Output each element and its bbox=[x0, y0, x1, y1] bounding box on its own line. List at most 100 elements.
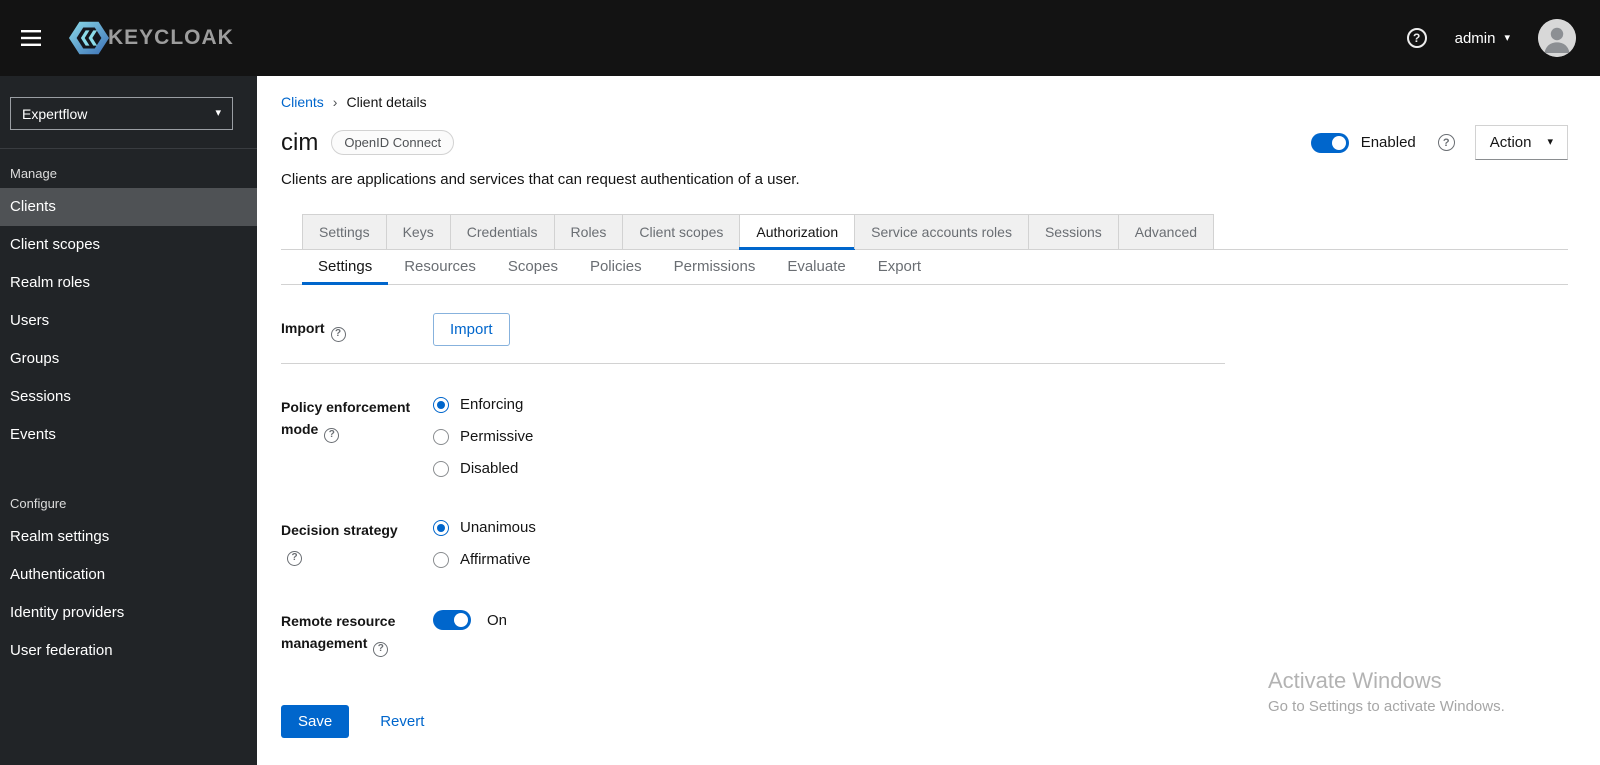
help-icon[interactable]: ? bbox=[330, 326, 346, 342]
remote-resource-management-toggle[interactable] bbox=[433, 610, 471, 630]
subtab-resources[interactable]: Resources bbox=[388, 250, 492, 284]
import-button[interactable]: Import bbox=[433, 313, 510, 346]
form-divider bbox=[281, 363, 1225, 364]
tab-keys[interactable]: Keys bbox=[385, 214, 450, 249]
tab-advanced[interactable]: Advanced bbox=[1117, 214, 1215, 249]
decision-strategy-row: Decision strategy? Unanimous Affirmative bbox=[281, 519, 1568, 583]
breadcrumb: Clients › Client details bbox=[281, 94, 1568, 110]
sidebar-item-identity-providers[interactable]: Identity providers bbox=[0, 594, 257, 632]
sidebar-item-user-federation[interactable]: User federation bbox=[0, 632, 257, 670]
tab-service-accounts-roles[interactable]: Service accounts roles bbox=[854, 214, 1028, 249]
help-icon[interactable]: ? bbox=[324, 427, 340, 443]
help-icon[interactable]: ? bbox=[1406, 28, 1427, 48]
revert-button[interactable]: Revert bbox=[380, 713, 424, 730]
decision-strategy-label: Decision strategy? bbox=[281, 519, 433, 566]
keycloak-admin-console: KEYCLOAK ? admin ▾ Expertflow ▾ Manage C… bbox=[0, 0, 1600, 765]
radio-disabled-label: Disabled bbox=[460, 460, 519, 477]
subtab-permissions[interactable]: Permissions bbox=[658, 250, 772, 284]
chevron-down-icon: ▾ bbox=[1547, 136, 1553, 148]
realm-selector-wrap: Expertflow ▾ bbox=[0, 76, 257, 149]
radio-option-enforcing[interactable]: Enforcing bbox=[433, 396, 533, 413]
policy-enforcement-mode-options: Enforcing Permissive Disabled bbox=[433, 396, 533, 492]
radio-unanimous-icon bbox=[433, 519, 449, 536]
tab-roles[interactable]: Roles bbox=[553, 214, 623, 249]
help-icon[interactable]: ? bbox=[1437, 134, 1455, 151]
radio-option-unanimous[interactable]: Unanimous bbox=[433, 519, 536, 536]
policy-enforcement-mode-label: Policy enforcement mode? bbox=[281, 396, 433, 443]
header-controls: Enabled ? Action ▾ bbox=[1310, 125, 1568, 160]
authorization-settings-form: Import? Import Policy enforcement mode? … bbox=[281, 313, 1568, 738]
subtab-policies[interactable]: Policies bbox=[574, 250, 658, 284]
avatar-icon bbox=[1538, 19, 1576, 57]
sidebar-item-realm-settings[interactable]: Realm settings bbox=[0, 518, 257, 556]
radio-permissive-icon bbox=[433, 428, 449, 445]
tab-credentials[interactable]: Credentials bbox=[449, 214, 554, 249]
enabled-toggle[interactable] bbox=[1310, 132, 1349, 153]
subtab-export[interactable]: Export bbox=[862, 250, 937, 284]
decision-strategy-options: Unanimous Affirmative bbox=[433, 519, 536, 583]
username: admin bbox=[1454, 29, 1496, 47]
remote-resource-management-field: On bbox=[433, 610, 507, 630]
chevron-down-icon: ▾ bbox=[215, 107, 221, 119]
subtab-evaluate[interactable]: Evaluate bbox=[771, 250, 861, 284]
sidebar-item-groups[interactable]: Groups bbox=[0, 340, 257, 378]
hamburger-icon bbox=[21, 30, 41, 46]
save-button[interactable]: Save bbox=[281, 704, 350, 738]
form-actions: Save Revert bbox=[281, 704, 1568, 738]
tab-client-scopes[interactable]: Client scopes bbox=[622, 214, 740, 249]
sidebar-item-client-scopes[interactable]: Client scopes bbox=[0, 226, 257, 264]
radio-affirmative-icon bbox=[433, 551, 449, 568]
sidebar: Expertflow ▾ Manage Clients Client scope… bbox=[0, 76, 257, 765]
authorization-subtabs: Settings Resources Scopes Policies Permi… bbox=[281, 250, 1568, 285]
radio-enforcing-icon bbox=[433, 396, 449, 413]
subtab-scopes[interactable]: Scopes bbox=[492, 250, 574, 284]
main-content: Clients › Client details cim OpenID Conn… bbox=[257, 76, 1600, 765]
sidebar-item-sessions[interactable]: Sessions bbox=[0, 378, 257, 416]
body-row: Expertflow ▾ Manage Clients Client scope… bbox=[0, 76, 1600, 765]
subtab-settings[interactable]: Settings bbox=[302, 250, 389, 285]
import-label: Import? bbox=[281, 317, 433, 342]
import-label-text: Import bbox=[281, 320, 325, 337]
avatar[interactable] bbox=[1538, 19, 1576, 57]
page-header: cim OpenID Connect Enabled ? Action ▾ bbox=[281, 125, 1568, 160]
sidebar-item-authentication[interactable]: Authentication bbox=[0, 556, 257, 594]
radio-enforcing-label: Enforcing bbox=[460, 396, 524, 413]
keycloak-logo[interactable]: KEYCLOAK bbox=[68, 17, 234, 59]
tab-settings[interactable]: Settings bbox=[302, 214, 386, 249]
breadcrumb-clients-link[interactable]: Clients bbox=[281, 94, 324, 110]
top-bar: KEYCLOAK ? admin ▾ bbox=[0, 0, 1600, 76]
action-dropdown-label: Action bbox=[1489, 134, 1532, 151]
client-tabs: Settings Keys Credentials Roles Client s… bbox=[281, 214, 1568, 250]
breadcrumb-separator-icon: › bbox=[332, 94, 338, 110]
tab-authorization[interactable]: Authorization bbox=[739, 214, 855, 250]
protocol-badge: OpenID Connect bbox=[331, 130, 455, 155]
radio-unanimous-label: Unanimous bbox=[460, 519, 536, 536]
realm-selector-value: Expertflow bbox=[22, 105, 88, 122]
action-dropdown-button[interactable]: Action ▾ bbox=[1474, 125, 1568, 160]
nav-section-configure: Configure bbox=[10, 496, 67, 511]
policy-enforcement-mode-row: Policy enforcement mode? Enforcing Permi… bbox=[281, 396, 1568, 492]
breadcrumb-current: Client details bbox=[346, 94, 427, 110]
remote-resource-management-label: Remote resource management? bbox=[281, 610, 433, 657]
keycloak-logo-icon bbox=[68, 21, 110, 55]
radio-option-permissive[interactable]: Permissive bbox=[433, 428, 533, 445]
sidebar-item-clients[interactable]: Clients bbox=[0, 188, 257, 226]
page-title: cim bbox=[281, 128, 319, 156]
tab-sessions[interactable]: Sessions bbox=[1027, 214, 1118, 249]
radio-option-disabled[interactable]: Disabled bbox=[433, 460, 533, 477]
help-icon[interactable]: ? bbox=[287, 550, 302, 566]
tabs-spacer bbox=[281, 214, 302, 249]
user-menu[interactable]: admin ▾ bbox=[1455, 30, 1510, 47]
radio-option-affirmative[interactable]: Affirmative bbox=[433, 551, 536, 568]
sidebar-item-realm-roles[interactable]: Realm roles bbox=[0, 264, 257, 302]
help-icon[interactable]: ? bbox=[373, 641, 389, 657]
menu-icon[interactable] bbox=[16, 23, 46, 53]
radio-disabled-icon bbox=[433, 460, 449, 477]
brand-wordmark: KEYCLOAK bbox=[108, 26, 234, 49]
sidebar-item-users[interactable]: Users bbox=[0, 302, 257, 340]
realm-selector[interactable]: Expertflow ▾ bbox=[10, 97, 233, 130]
sidebar-item-events[interactable]: Events bbox=[0, 416, 257, 454]
radio-affirmative-label: Affirmative bbox=[460, 551, 531, 568]
radio-permissive-label: Permissive bbox=[460, 428, 534, 445]
policy-enforcement-mode-label-text: Policy enforcement mode bbox=[281, 399, 411, 437]
